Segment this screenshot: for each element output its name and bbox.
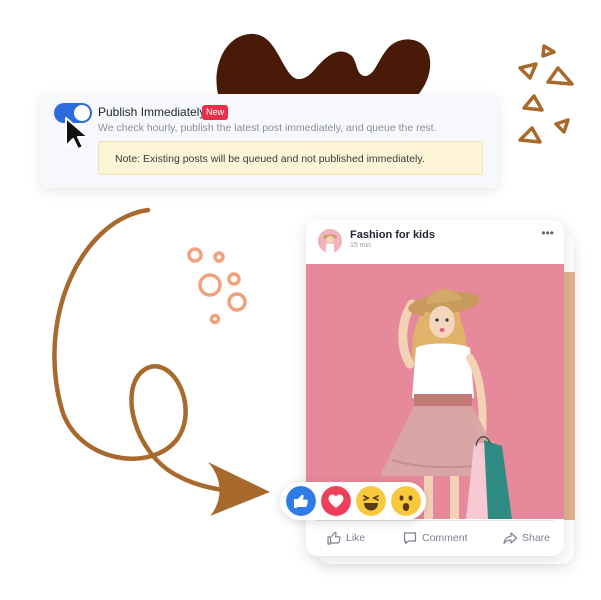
comment-icon [403, 532, 417, 545]
more-options-icon[interactable]: ••• [541, 226, 554, 240]
toggle-description: We check hourly, publish the latest post… [98, 122, 437, 134]
avatar-image [318, 229, 342, 253]
like-label: Like [346, 532, 366, 544]
wow-reaction-icon[interactable] [391, 486, 421, 516]
mouse-cursor-icon [65, 117, 89, 150]
toggle-label: Publish Immediately [98, 105, 206, 119]
like-button[interactable]: Like [326, 530, 365, 546]
action-divider [316, 520, 554, 521]
publish-settings-card: Publish Immediately New We check hourly,… [40, 94, 498, 188]
curly-arrow-decoration [52, 207, 270, 516]
reactions-bar [280, 482, 426, 520]
triangles-decoration [518, 44, 574, 144]
haha-reaction-icon[interactable] [356, 486, 386, 516]
comment-button[interactable]: Comment [402, 530, 468, 546]
avatar[interactable] [318, 229, 342, 253]
share-icon [503, 532, 518, 545]
post-photo [306, 264, 564, 519]
page-name[interactable]: Fashion for kids [350, 229, 435, 241]
note-box: Note: Existing posts will be queued and … [98, 141, 483, 175]
post-time: 15 min [350, 242, 372, 249]
thumbs-up-outline-icon [327, 531, 341, 545]
share-label: Share [522, 532, 551, 544]
new-badge: New [202, 105, 229, 120]
comment-label: Comment [422, 532, 468, 544]
like-reaction-icon[interactable] [286, 486, 316, 516]
post-back-photo-edge [563, 272, 575, 520]
girl-illustration [306, 264, 564, 519]
share-button[interactable]: Share [502, 530, 550, 546]
love-reaction-icon[interactable] [321, 486, 351, 516]
